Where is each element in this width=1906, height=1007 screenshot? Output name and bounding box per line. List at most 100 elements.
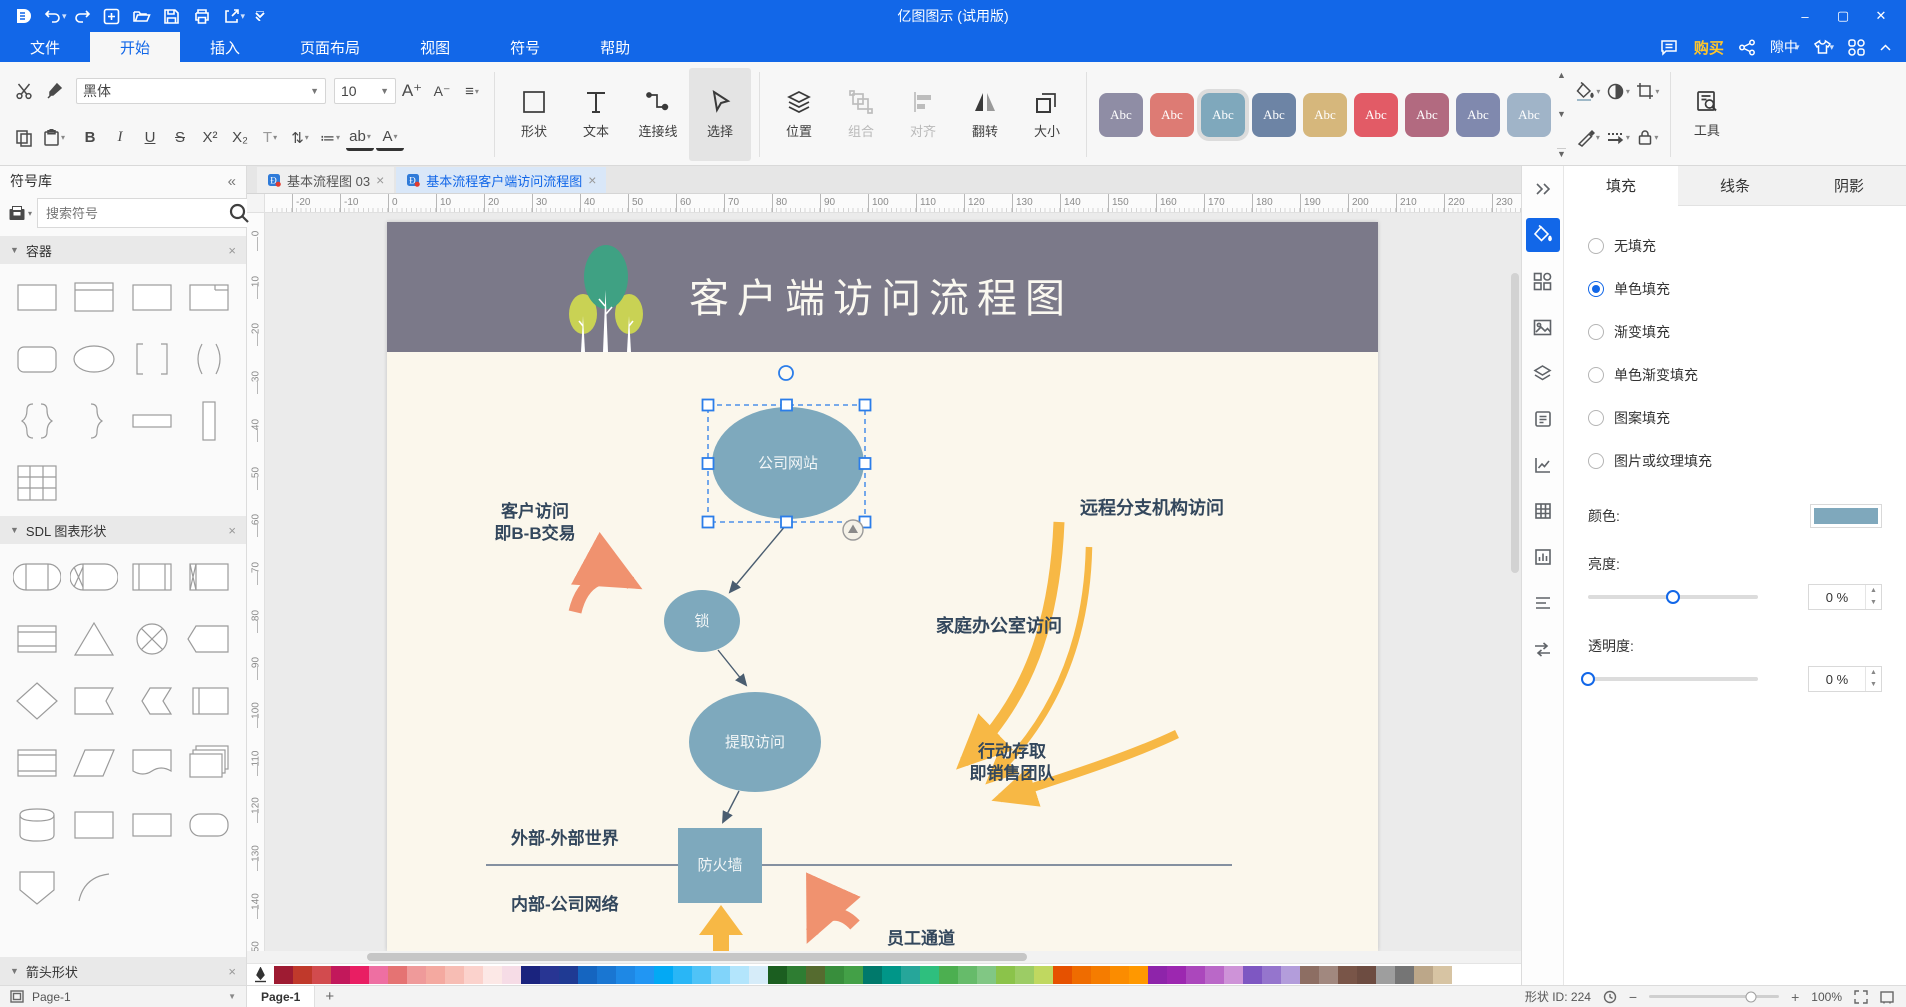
palette-color[interactable] (445, 966, 464, 984)
palette-color[interactable] (407, 966, 426, 984)
palette-color[interactable] (426, 966, 445, 984)
symbol-ellipse[interactable] (68, 336, 120, 382)
symbol-triangle[interactable] (68, 616, 120, 662)
symbol-chevron-pair[interactable] (126, 678, 178, 724)
fill-option[interactable]: 图案填充 (1588, 396, 1882, 439)
style-swatch[interactable]: Abc (1201, 93, 1245, 137)
palette-color[interactable] (1224, 966, 1243, 984)
selection-handle[interactable] (703, 400, 714, 411)
fill-panel-icon[interactable] (1526, 218, 1560, 252)
selection-handle[interactable] (703, 458, 714, 469)
label-internal-network[interactable]: 内部-公司网络 (511, 894, 619, 914)
palette-color[interactable] (1395, 966, 1414, 984)
palette-color[interactable] (1357, 966, 1376, 984)
fill-option[interactable]: 无填充 (1588, 224, 1882, 267)
menu-item-视图[interactable]: 视图 (390, 32, 480, 62)
palette-color[interactable] (1072, 966, 1091, 984)
palette-color[interactable] (1338, 966, 1357, 984)
symbol-circle-cross[interactable] (126, 616, 178, 662)
symbol-rect-notch-right[interactable] (68, 678, 120, 724)
symbol-parallelogram[interactable] (68, 740, 120, 786)
strikethrough-button[interactable]: S (166, 123, 194, 153)
underline-button[interactable]: U (136, 123, 164, 153)
yellow-arrow-remote[interactable] (964, 522, 1059, 762)
palette-color[interactable] (1129, 966, 1148, 984)
palette-color[interactable] (901, 966, 920, 984)
palette-color[interactable] (1167, 966, 1186, 984)
palette-color[interactable] (768, 966, 787, 984)
section-header-SDL 图表形状[interactable]: ▼SDL 图表形状× (0, 516, 246, 544)
palette-color[interactable] (882, 966, 901, 984)
zoom-level[interactable]: 100% (1811, 990, 1842, 1004)
palette-color[interactable] (825, 966, 844, 984)
transparency-spinner[interactable]: 0 % ▲▼ (1808, 666, 1882, 692)
fill-option[interactable]: 单色填充 (1588, 267, 1882, 310)
add-page-button[interactable]: + (315, 988, 344, 1005)
style-swatch[interactable]: Abc (1252, 93, 1296, 137)
palette-color[interactable] (1376, 966, 1395, 984)
palette-color[interactable] (958, 966, 977, 984)
style-swatch[interactable]: Abc (1303, 93, 1347, 137)
expand-panel-icon[interactable] (1526, 172, 1560, 206)
palette-color[interactable] (521, 966, 540, 984)
brightness-down-icon[interactable]: ▼ (1866, 597, 1881, 609)
symbol-rounded-rect-wide[interactable] (183, 802, 235, 848)
chart-panel-icon[interactable] (1526, 448, 1560, 482)
decrease-font-button[interactable]: A⁻ (428, 76, 456, 106)
palette-color[interactable] (1300, 966, 1319, 984)
fill-option[interactable]: 单色渐变填充 (1588, 353, 1882, 396)
label-mobile-access-2[interactable]: 即销售团队 (970, 763, 1056, 783)
symbol-horizontal-bar[interactable] (126, 398, 178, 444)
new-document-button[interactable] (97, 3, 127, 29)
symbol-rect-plain[interactable] (68, 802, 120, 848)
text-tool-button[interactable]: 文本 (565, 68, 627, 161)
panel-tab-线条[interactable]: 线条 (1678, 166, 1792, 206)
connector-tool-button[interactable]: 连接线 (627, 68, 689, 161)
zoom-slider-handle[interactable] (1745, 991, 1756, 1002)
style-swatch[interactable]: Abc (1099, 93, 1143, 137)
print-button[interactable] (187, 3, 217, 29)
close-section-icon[interactable]: × (228, 243, 236, 258)
pen-color-icon[interactable] (253, 967, 268, 983)
fill-color-button[interactable]: ▾ (1574, 76, 1602, 106)
node-extract-access[interactable]: 提取访问 (689, 692, 821, 792)
save-button[interactable] (157, 3, 187, 29)
line-style-button[interactable]: ▾ (1574, 123, 1602, 153)
palette-color[interactable] (616, 966, 635, 984)
shape-effect-button[interactable]: ▾ (1604, 76, 1632, 106)
orange-arrow-customer[interactable] (575, 577, 631, 612)
fill-color-swatch[interactable] (1810, 504, 1882, 528)
copy-button[interactable] (10, 123, 38, 153)
apps-grid-icon[interactable] (1848, 39, 1865, 56)
label-remote-branch[interactable]: 远程分支机构访问 (1080, 497, 1224, 518)
orange-arrow-staff[interactable] (812, 914, 855, 932)
user-account-menu[interactable]: 隙中▾ (1770, 37, 1800, 57)
palette-color[interactable] (977, 966, 996, 984)
open-file-button[interactable] (127, 3, 157, 29)
palette-color[interactable] (730, 966, 749, 984)
selection-handle[interactable] (860, 458, 871, 469)
crop-button[interactable]: ▾ (1634, 76, 1662, 106)
palette-color[interactable] (920, 966, 939, 984)
palette-color[interactable] (559, 966, 578, 984)
menu-item-插入[interactable]: 插入 (180, 32, 270, 62)
subscript-button[interactable]: X₂ (226, 123, 254, 153)
quick-access-customize-icon[interactable] (245, 3, 275, 29)
italic-button[interactable]: I (106, 123, 134, 153)
page-selector-dropdown[interactable]: ▼ (228, 992, 236, 1001)
palette-color[interactable] (1186, 966, 1205, 984)
swap-arrows-panel-icon[interactable] (1526, 632, 1560, 666)
brightness-slider[interactable] (1588, 595, 1758, 599)
palette-color[interactable] (502, 966, 521, 984)
maximize-button[interactable]: ▢ (1826, 3, 1860, 29)
symbol-stadium-crossed[interactable] (68, 554, 120, 600)
palette-color[interactable] (1205, 966, 1224, 984)
brightness-up-icon[interactable]: ▲ (1866, 585, 1881, 597)
style-swatch[interactable]: Abc (1456, 93, 1500, 137)
yellow-up-arrow[interactable] (699, 905, 743, 951)
symbol-stacked-rects[interactable] (183, 740, 235, 786)
palette-color[interactable] (293, 966, 312, 984)
radio-icon[interactable] (1588, 281, 1604, 297)
paste-button[interactable]: ▾ (40, 123, 68, 153)
font-size-select[interactable]: 10▼ (334, 78, 396, 104)
